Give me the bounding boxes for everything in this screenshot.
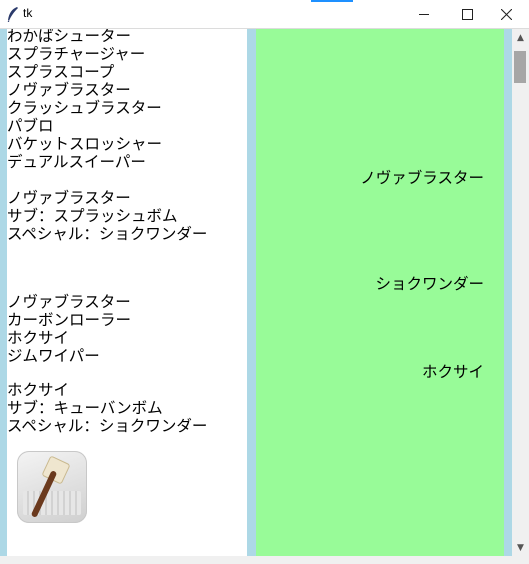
vertical-scrollbar[interactable]: ▲ ▼ — [512, 29, 529, 556]
scroll-thumb[interactable] — [514, 51, 526, 83]
text-line: スペシャル：ショクワンダー — [7, 225, 208, 243]
text-line: バケットスロッシャー — [7, 135, 163, 153]
title-bar: tk — [0, 0, 529, 29]
text-line: ホクサイ — [7, 329, 70, 347]
text-line: ノヴァブラスター — [7, 189, 131, 207]
text-line: わかばシューター — [7, 29, 132, 45]
text-line: カーボンローラー — [7, 311, 132, 329]
close-button[interactable] — [483, 0, 529, 29]
maximize-icon — [461, 9, 473, 20]
text-line: ノヴァブラスター — [7, 293, 131, 311]
text-line: スプラチャージャー — [7, 45, 146, 63]
text-line: ホクサイ — [7, 381, 70, 399]
text-line: サブ：スプラッシュボム — [7, 207, 178, 225]
text-line: サブ：キューバンボム — [7, 399, 163, 417]
minimize-icon — [419, 14, 429, 15]
minimize-button[interactable] — [401, 0, 447, 29]
result-label: ホクサイ — [421, 363, 484, 381]
text-line: スペシャル：ショクワンダー — [7, 417, 208, 435]
result-label: ノヴァブラスター — [360, 169, 484, 187]
paintbrush-weapon-icon — [17, 451, 87, 523]
text-line: ジムワイパー — [7, 347, 100, 365]
text-line: スプラスコープ — [7, 63, 115, 81]
text-line: ノヴァブラスター — [7, 81, 131, 99]
window-bottom-edge — [0, 556, 529, 564]
right-result-panel: ノヴァブラスター ショクワンダー ホクサイ — [256, 29, 504, 556]
text-line: デュアルスイーパー — [7, 153, 146, 171]
feather-icon — [7, 7, 18, 22]
window-title: tk — [23, 6, 33, 20]
scroll-up-icon[interactable]: ▲ — [512, 29, 529, 46]
left-text-panel: わかばシューター スプラチャージャー スプラスコープ ノヴァブラスター クラッシ… — [7, 29, 247, 556]
result-label: ショクワンダー — [375, 275, 484, 293]
scroll-down-icon[interactable]: ▼ — [512, 539, 529, 556]
text-line: クラッシュブラスター — [7, 99, 162, 117]
close-icon — [500, 9, 512, 20]
text-line: パブロ — [7, 117, 54, 135]
title-accent — [311, 0, 353, 2]
